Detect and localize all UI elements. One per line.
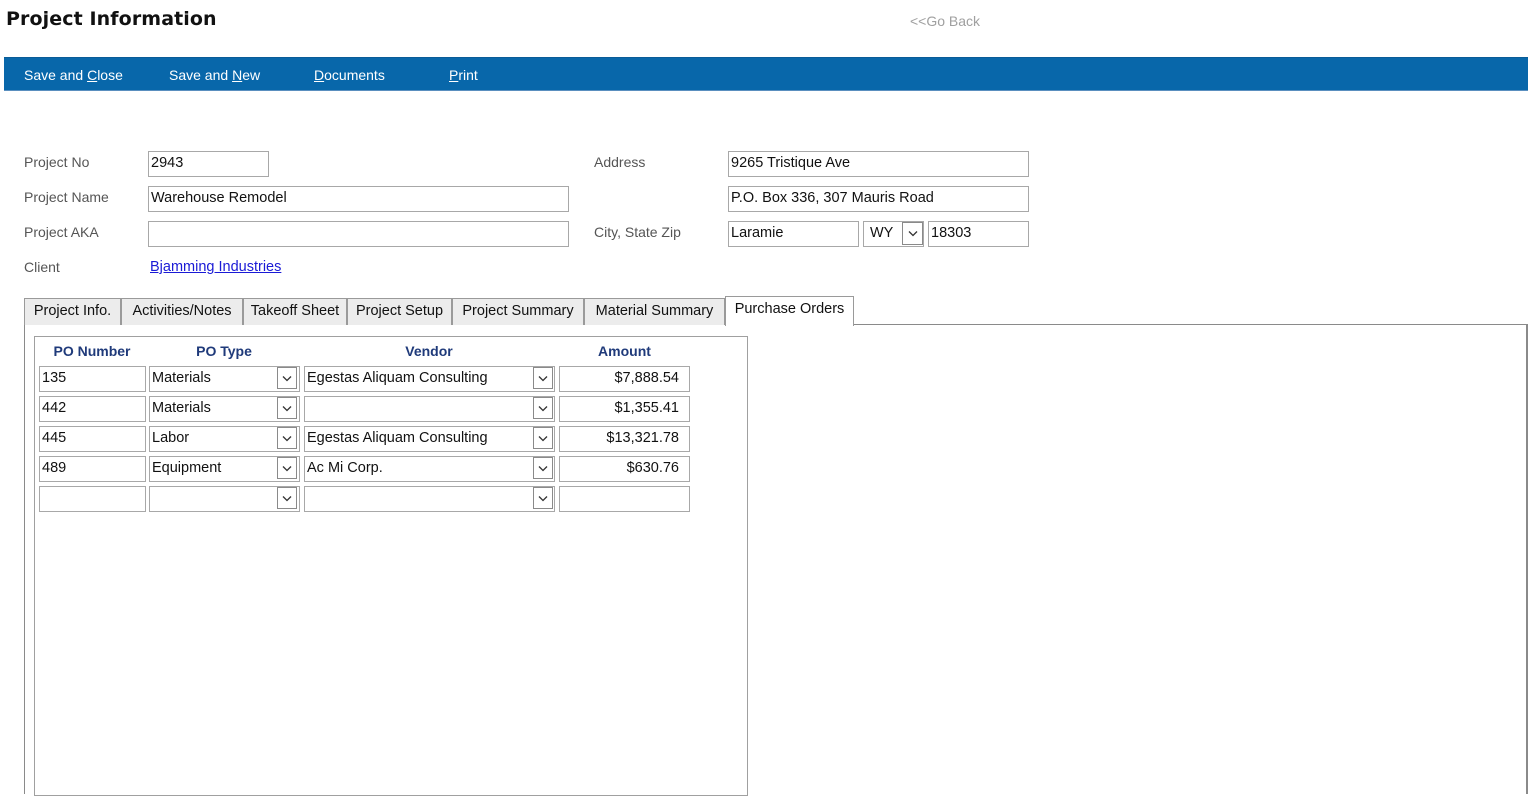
client-label: Client bbox=[24, 259, 60, 275]
documents-button[interactable]: Documents bbox=[314, 67, 385, 83]
chevron-down-icon bbox=[282, 435, 292, 441]
access-key: N bbox=[232, 67, 243, 83]
state-value: WY bbox=[870, 225, 894, 241]
chevron-down-icon bbox=[282, 465, 292, 471]
project-name-label: Project Name bbox=[24, 189, 109, 205]
tab-project-setup[interactable]: Project Setup bbox=[347, 298, 452, 325]
print-button[interactable]: Print bbox=[449, 67, 478, 83]
vendor-dropdown-button[interactable] bbox=[533, 367, 553, 389]
button-label: Save and bbox=[169, 67, 233, 83]
project-name-field[interactable]: Warehouse Remodel bbox=[148, 186, 569, 212]
project-no-field[interactable]: 2943 bbox=[148, 151, 269, 177]
project-no-label: Project No bbox=[24, 154, 90, 170]
tab-project-summary[interactable]: Project Summary bbox=[452, 298, 584, 325]
amount-field[interactable] bbox=[559, 486, 690, 512]
column-header-amount: Amount bbox=[598, 343, 651, 359]
po-number-field[interactable]: 445 bbox=[39, 426, 146, 452]
vendor-dropdown-button[interactable] bbox=[533, 487, 553, 509]
po-type-dropdown-button[interactable] bbox=[277, 367, 297, 389]
amount-field[interactable]: $1,355.41 bbox=[559, 396, 690, 422]
po-number-field[interactable] bbox=[39, 486, 146, 512]
project-aka-label: Project AKA bbox=[24, 224, 99, 240]
column-header-vendor: Vendor bbox=[405, 343, 453, 359]
chevron-down-icon bbox=[282, 495, 292, 501]
amount-field[interactable]: $630.76 bbox=[559, 456, 690, 482]
chevron-down-icon bbox=[908, 231, 917, 237]
vendor-dropdown-button[interactable] bbox=[533, 427, 553, 449]
vendor-dropdown-button[interactable] bbox=[533, 457, 553, 479]
po-type-dropdown-button[interactable] bbox=[277, 397, 297, 419]
address-line2-field[interactable]: P.O. Box 336, 307 Mauris Road bbox=[728, 186, 1029, 212]
state-dropdown-button[interactable] bbox=[902, 222, 923, 245]
city-field[interactable]: Laramie bbox=[728, 221, 859, 247]
vendor-select[interactable]: Ac Mi Corp. bbox=[304, 456, 555, 482]
chevron-down-icon bbox=[538, 405, 548, 411]
tab-project-info[interactable]: Project Info. bbox=[24, 298, 121, 325]
address-label: Address bbox=[594, 154, 646, 170]
access-key: D bbox=[314, 67, 325, 83]
project-aka-field[interactable] bbox=[148, 221, 569, 247]
access-key: P bbox=[449, 67, 459, 83]
toolbar: Save and Close Save and New Documents Pr… bbox=[4, 57, 1528, 91]
tab-activities-notes[interactable]: Activities/Notes bbox=[121, 298, 243, 325]
chevron-down-icon bbox=[282, 375, 292, 381]
chevron-down-icon bbox=[538, 465, 548, 471]
po-type-dropdown-button[interactable] bbox=[277, 427, 297, 449]
vendor-dropdown-button[interactable] bbox=[533, 397, 553, 419]
po-type-dropdown-button[interactable] bbox=[277, 457, 297, 479]
button-label: ocuments bbox=[324, 67, 385, 83]
page-title: Project Information bbox=[6, 8, 217, 30]
po-number-field[interactable]: 442 bbox=[39, 396, 146, 422]
column-header-po-number: PO Number bbox=[53, 343, 131, 359]
button-label: ew bbox=[242, 67, 261, 83]
go-back-link[interactable]: <<Go Back bbox=[910, 13, 980, 29]
vendor-select[interactable]: Egestas Aliquam Consulting bbox=[304, 366, 555, 392]
button-label: Save and bbox=[24, 67, 88, 83]
city-state-zip-label: City, State Zip bbox=[594, 224, 681, 240]
tab-purchase-orders[interactable]: Purchase Orders bbox=[725, 296, 854, 326]
amount-field[interactable]: $13,321.78 bbox=[559, 426, 690, 452]
access-key: C bbox=[87, 67, 98, 83]
client-link[interactable]: Bjamming Industries bbox=[150, 259, 281, 275]
column-header-po-type: PO Type bbox=[196, 343, 252, 359]
chevron-down-icon bbox=[538, 495, 548, 501]
button-label: lose bbox=[97, 67, 123, 83]
tab-takeoff-sheet[interactable]: Takeoff Sheet bbox=[243, 298, 347, 325]
tab-material-summary[interactable]: Material Summary bbox=[584, 298, 725, 325]
button-label: rint bbox=[458, 67, 478, 83]
vendor-select[interactable] bbox=[304, 396, 555, 422]
chevron-down-icon bbox=[538, 375, 548, 381]
amount-field[interactable]: $7,888.54 bbox=[559, 366, 690, 392]
vendor-select[interactable]: Egestas Aliquam Consulting bbox=[304, 426, 555, 452]
po-type-dropdown-button[interactable] bbox=[277, 487, 297, 509]
chevron-down-icon bbox=[282, 405, 292, 411]
zip-field[interactable]: 18303 bbox=[928, 221, 1029, 247]
vendor-select[interactable] bbox=[304, 486, 555, 512]
po-number-field[interactable]: 135 bbox=[39, 366, 146, 392]
address-line1-field[interactable]: 9265 Tristique Ave bbox=[728, 151, 1029, 177]
po-number-field[interactable]: 489 bbox=[39, 456, 146, 482]
chevron-down-icon bbox=[538, 435, 548, 441]
save-and-close-button[interactable]: Save and Close bbox=[24, 67, 123, 83]
save-and-new-button[interactable]: Save and New bbox=[169, 67, 260, 83]
